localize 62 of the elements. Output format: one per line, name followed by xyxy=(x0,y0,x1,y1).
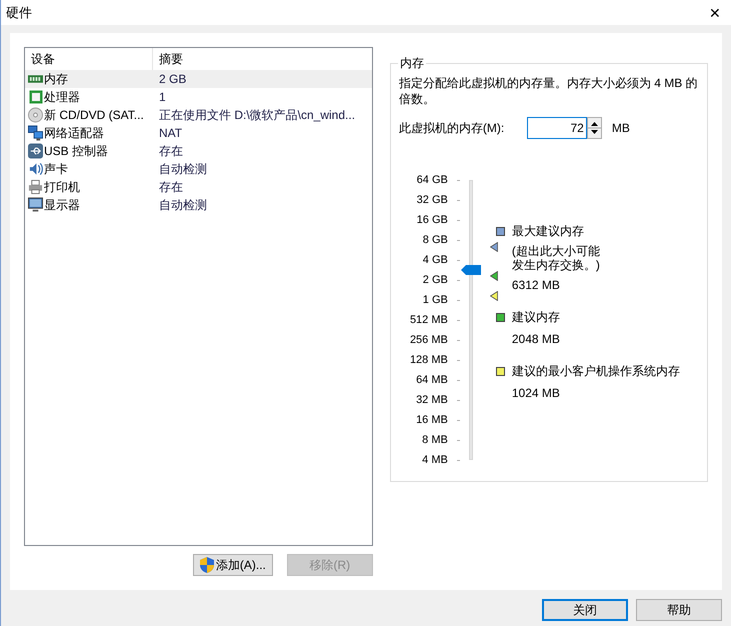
device-summary: 正在使用文件 D:\微软产品\cn_wind... xyxy=(158,107,356,124)
device-summary: 1 xyxy=(158,89,166,106)
description-text: 指定分配给此虚拟机的内存量。内存大小必须为 4 MB 的倍数。 xyxy=(398,75,699,107)
group-title: 内存 xyxy=(398,55,425,72)
scale-label: 32 GB xyxy=(416,193,448,207)
device-name: 声卡 xyxy=(43,161,69,178)
legend-value: 2048 MB xyxy=(512,331,561,348)
field-label: 此虚拟机的内存(M): xyxy=(398,120,506,137)
help-button[interactable]: 帮助 xyxy=(636,599,722,621)
scale-label: 16 GB xyxy=(416,213,448,227)
legend-title: 建议的最小客户机操作系统内存 xyxy=(512,363,680,380)
display-icon xyxy=(25,197,43,213)
memory-icon xyxy=(25,73,43,85)
scale-label: 8 MB xyxy=(421,433,448,447)
slider-thumb[interactable] xyxy=(460,264,481,275)
memory-input[interactable]: 72 xyxy=(526,117,587,139)
scale-label: 4 GB xyxy=(422,253,448,267)
close-button[interactable]: ✕ xyxy=(709,6,721,20)
scale-label: 8 GB xyxy=(422,233,448,247)
device-summary: NAT xyxy=(158,125,182,142)
device-name: 显示器 xyxy=(43,197,81,214)
legend-value: 6312 MB xyxy=(512,277,561,294)
device-name: 内存 xyxy=(43,71,69,88)
scale-label: 512 MB xyxy=(408,313,448,327)
device-row[interactable]: 处理器 1 xyxy=(25,88,372,106)
device-row[interactable]: 显示器 自动检测 xyxy=(25,196,372,214)
scale-label: 128 MB xyxy=(408,353,448,367)
scale-label: 32 MB xyxy=(415,393,448,407)
device-row[interactable]: 声卡 自动检测 xyxy=(25,160,372,178)
device-name: 处理器 xyxy=(43,89,81,106)
close-dialog-button[interactable]: 关闭 xyxy=(542,599,628,621)
unit-label: MB xyxy=(612,120,630,137)
device-summary: 存在 xyxy=(158,143,183,160)
device-summary: 自动检测 xyxy=(158,161,207,178)
device-name: 打印机 xyxy=(43,179,81,196)
device-summary: 存在 xyxy=(158,179,183,196)
device-row[interactable]: 内存 2 GB xyxy=(25,70,372,88)
legend-title: 最大建议内存 xyxy=(512,223,584,240)
add-button[interactable]: 添加(A)... xyxy=(192,554,273,576)
device-row[interactable]: USB 控制器 存在 xyxy=(25,142,372,160)
scale-label: 16 MB xyxy=(415,413,448,427)
spin-buttons[interactable] xyxy=(586,117,602,139)
device-row[interactable]: 新 CD/DVD (SAT... 正在使用文件 D:\微软产品\cn_wind... xyxy=(25,106,372,124)
window-title: 硬件 xyxy=(6,4,32,22)
legend-note: (超出此大小可能发生内存交换。) xyxy=(512,244,601,272)
legend-title: 建议内存 xyxy=(512,309,560,326)
scale-label: 256 MB xyxy=(408,333,448,347)
device-name: USB 控制器 xyxy=(43,143,110,160)
scale-label: 4 MB xyxy=(421,453,448,467)
scale-label: 2 GB xyxy=(422,273,448,287)
scale-label: 64 GB xyxy=(416,173,448,187)
column-header[interactable]: 摘要 xyxy=(153,48,372,70)
device-summary: 2 GB xyxy=(158,71,186,88)
device-row[interactable]: 打印机 存在 xyxy=(25,178,372,196)
legend-value: 1024 MB xyxy=(512,385,561,402)
device-row[interactable]: 网络适配器 NAT xyxy=(25,124,372,142)
device-name: 新 CD/DVD (SAT... xyxy=(43,107,145,124)
scale-label: 64 MB xyxy=(415,373,448,387)
scale-label: 1 GB xyxy=(422,293,448,307)
network-icon xyxy=(25,125,43,141)
device-summary: 自动检测 xyxy=(158,197,207,214)
device-name: 网络适配器 xyxy=(43,125,105,142)
